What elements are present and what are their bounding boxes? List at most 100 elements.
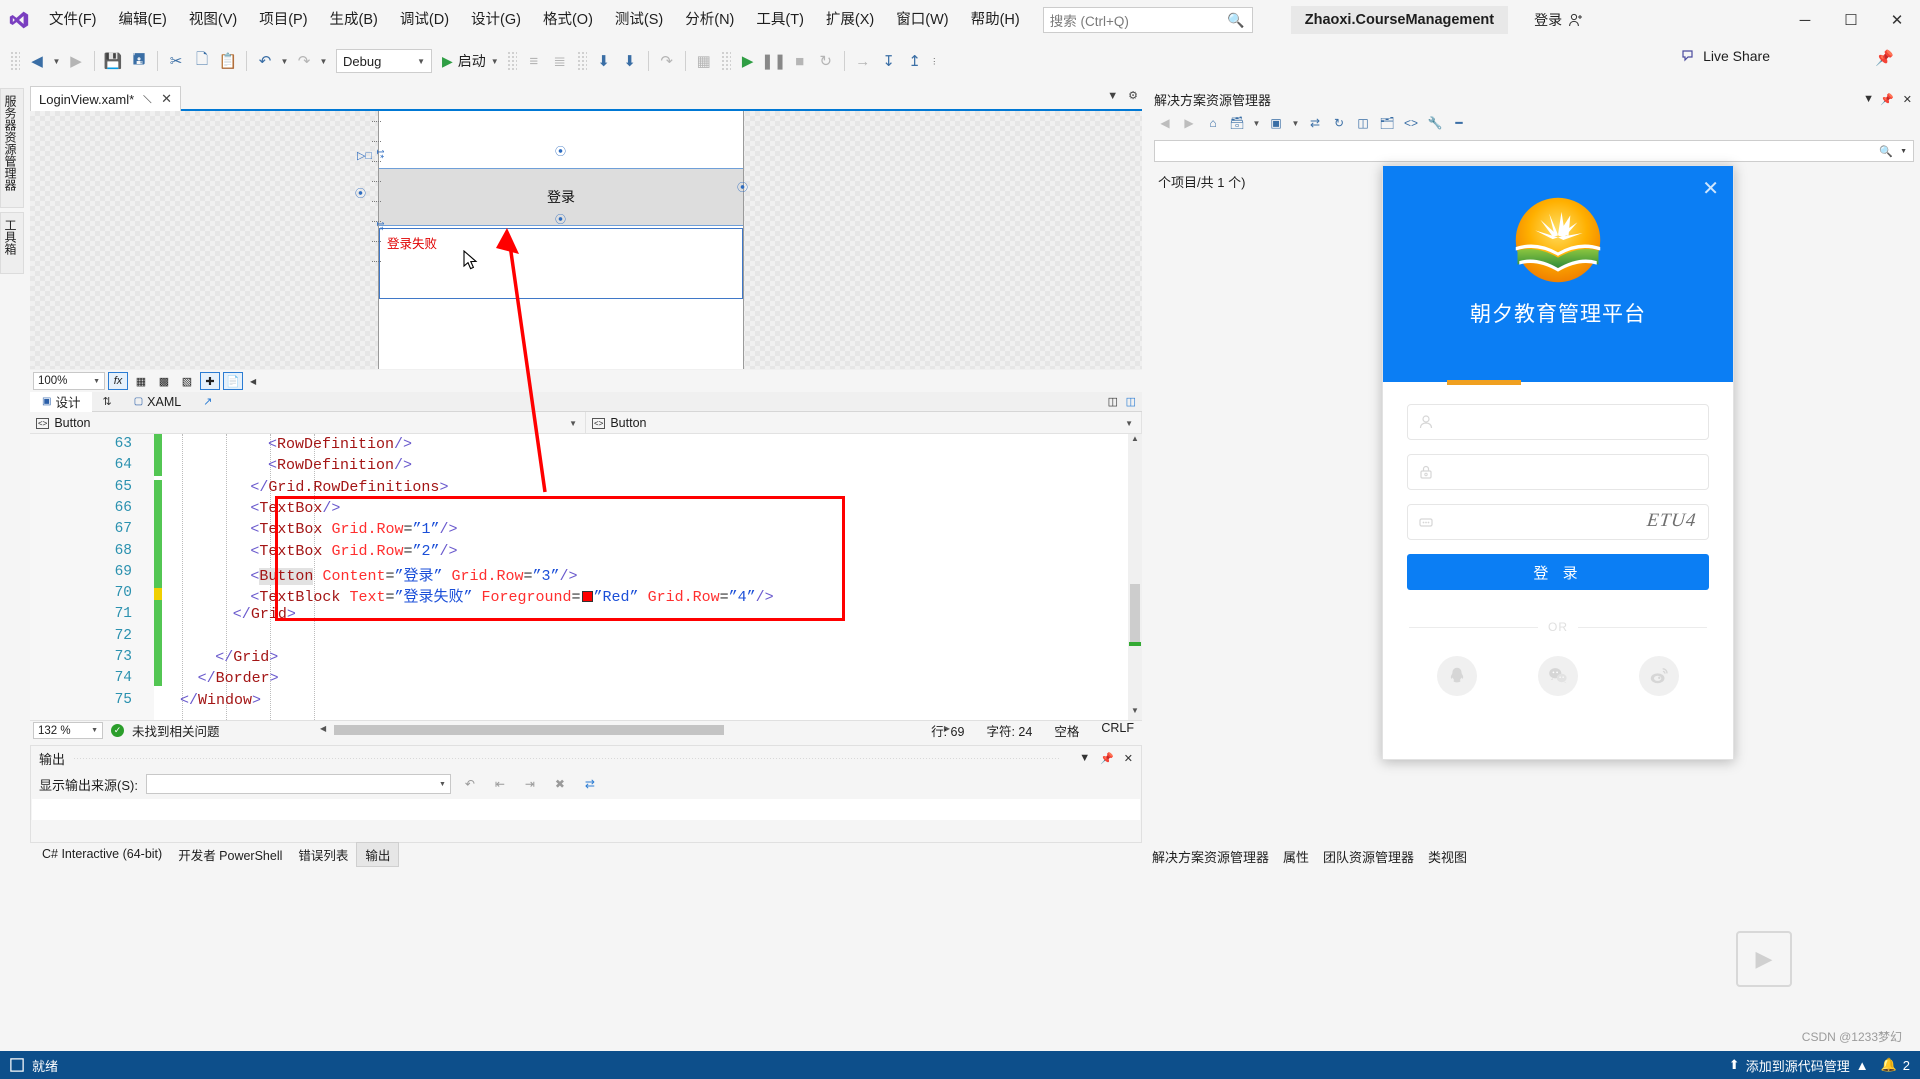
quick-search-input[interactable]: 搜索 (Ctrl+Q) 🔍: [1042, 7, 1253, 33]
document-outline-icon[interactable]: 📄: [223, 372, 243, 390]
step-out-icon[interactable]: ↥: [902, 48, 928, 74]
step-into-icon[interactable]: ↧: [876, 48, 902, 74]
close-icon[interactable]: ✕: [1903, 93, 1912, 106]
step-icon[interactable]: ↷: [654, 48, 680, 74]
designer-window-preview[interactable]: 登录 登录失败 ▷□ ⦿ ⦿ ⦿ ⦿: [355, 111, 748, 369]
save-icon[interactable]: 💾: [100, 48, 126, 74]
code-line[interactable]: 74 </Border>: [30, 670, 1142, 691]
dock-tab-output[interactable]: 输出: [356, 841, 400, 867]
close-icon[interactable]: ✕: [161, 91, 172, 107]
breadcrumb-right[interactable]: <> Button ▼: [586, 412, 1142, 434]
editor-vertical-scrollbar[interactable]: ▲ ▼: [1128, 434, 1142, 720]
snap-grid-icon[interactable]: ▩: [154, 372, 174, 390]
login-dialog[interactable]: ✕ 朝夕教育管理平台 ETU4 登 录 OR: [1382, 165, 1734, 760]
menu-item-view[interactable]: 视图(V): [178, 0, 248, 40]
height-handle-top[interactable]: ⦿: [555, 143, 566, 159]
code-line[interactable]: 67 <TextBox Grid.Row=”1”/>: [30, 521, 1142, 542]
menu-item-edit[interactable]: 编辑(E): [108, 0, 178, 40]
effects-toggle-icon[interactable]: fx: [108, 372, 128, 390]
login-submit-button[interactable]: 登 录: [1407, 554, 1709, 590]
horizontal-split-icon[interactable]: ◫: [1126, 395, 1136, 408]
code-text[interactable]: </Border>: [198, 670, 279, 687]
wechat-icon[interactable]: [1537, 656, 1578, 696]
collapse-all-icon[interactable]: ◫: [1352, 113, 1374, 133]
code-text[interactable]: </Window>: [180, 692, 261, 709]
output-source-select[interactable]: ▼: [145, 774, 451, 794]
weibo-icon[interactable]: [1638, 656, 1679, 696]
tab-xaml[interactable]: ▢ XAML: [122, 392, 194, 412]
drag-dots[interactable]: [73, 757, 1062, 759]
dock-tab-team-explorer[interactable]: 团队资源管理器: [1323, 847, 1414, 866]
code-line[interactable]: 65 </Grid.RowDefinitions>: [30, 479, 1142, 500]
notifications-button[interactable]: 🔔 2: [1881, 1057, 1910, 1073]
menu-item-file[interactable]: 文件(F): [38, 0, 108, 40]
code-text[interactable]: <TextBox/>: [250, 500, 340, 517]
signin-button[interactable]: 登录: [1534, 10, 1584, 30]
dock-tab-class-view[interactable]: 类视图: [1428, 847, 1467, 866]
start-debug-button[interactable]: ▶ 启动 ▼: [438, 48, 503, 74]
code-line[interactable]: 63 <RowDefinition/>: [30, 436, 1142, 457]
menu-item-test[interactable]: 测试(S): [604, 0, 674, 40]
solution-explorer-search-input[interactable]: 🔍 ▼: [1154, 140, 1914, 162]
go-to-previous-icon[interactable]: ⇤: [489, 774, 511, 794]
scroll-thumb[interactable]: [334, 725, 724, 735]
show-all-files-icon[interactable]: 🗂: [1376, 113, 1398, 133]
code-line[interactable]: 69 <Button Content=”登录” Grid.Row=”3”/>: [30, 564, 1142, 585]
qq-icon[interactable]: [1437, 656, 1478, 696]
output-text-area[interactable]: [32, 799, 1140, 820]
chevron-down-icon[interactable]: ▼: [1250, 110, 1263, 136]
editor-zoom-select[interactable]: 132 % ▼: [33, 722, 103, 739]
menu-item-build[interactable]: 生成(B): [319, 0, 389, 40]
save-all-icon[interactable]: 🖪: [126, 48, 152, 74]
scroll-left-icon[interactable]: ◀: [320, 724, 326, 733]
pause-icon[interactable]: ❚❚: [761, 48, 787, 74]
code-text[interactable]: </Grid.RowDefinitions>: [250, 479, 448, 496]
toolbar-grip[interactable]: [506, 51, 517, 71]
code-line[interactable]: 71 </Grid>: [30, 606, 1142, 627]
menu-item-window[interactable]: 窗口(W): [885, 0, 959, 40]
refresh-icon[interactable]: ↻: [1328, 113, 1350, 133]
dock-tab-error-list[interactable]: 错误列表: [290, 843, 356, 866]
indent-icon[interactable]: ≣: [547, 48, 573, 74]
copy-icon[interactable]: 🗋: [189, 48, 215, 74]
menu-item-extensions[interactable]: 扩展(X): [815, 0, 885, 40]
sync-with-active-document-icon[interactable]: ⇄: [1304, 113, 1326, 133]
menu-item-help[interactable]: 帮助(H): [960, 0, 1031, 40]
scroll-up-icon[interactable]: ▲: [1128, 434, 1142, 448]
dock-tab-developer-powershell[interactable]: 开发者 PowerShell: [170, 843, 290, 866]
navigate-forward-icon[interactable]: ▶: [63, 48, 89, 74]
code-text[interactable]: <TextBox Grid.Row=”1”/>: [250, 521, 457, 538]
add-to-source-control-button[interactable]: ⬆ 添加到源代码管理 ▲: [1729, 1056, 1869, 1075]
grid-rails-icon[interactable]: ▦: [131, 372, 151, 390]
cut-icon[interactable]: ✂: [163, 48, 189, 74]
menu-item-analyze[interactable]: 分析(N): [674, 0, 745, 40]
chevron-down-icon[interactable]: ▼: [1079, 752, 1090, 764]
step-over-icon[interactable]: →: [850, 48, 876, 74]
menu-item-project[interactable]: 项目(P): [248, 0, 318, 40]
designer-zoom-select[interactable]: 100% ▼: [33, 372, 105, 390]
scroll-thumb[interactable]: [1130, 584, 1140, 644]
dock-tab-properties[interactable]: 属性: [1283, 847, 1309, 866]
clear-all-icon[interactable]: ✖: [549, 774, 571, 794]
live-share-button[interactable]: Live Share: [1681, 48, 1770, 64]
snap-to-guides-icon[interactable]: ✚: [200, 372, 220, 390]
switch-views-icon[interactable]: ▣: [1265, 113, 1287, 133]
undo-dropdown-icon[interactable]: ▼: [278, 48, 291, 74]
editor-horizontal-scrollbar[interactable]: ◀ ▶: [320, 724, 950, 736]
download-all-icon[interactable]: ⬇: [617, 48, 643, 74]
minimize-button[interactable]: ─: [1782, 0, 1828, 40]
toolbar-grip[interactable]: [10, 51, 20, 71]
back-icon[interactable]: ◀: [1154, 113, 1176, 133]
pin-icon[interactable]: 📌: [1100, 752, 1114, 765]
tab-design[interactable]: ▣ 设计: [30, 391, 93, 412]
code-text[interactable]: <Button Content=”登录” Grid.Row=”3”/>: [250, 564, 578, 585]
find-message-icon[interactable]: ↶: [459, 774, 481, 794]
chevron-down-icon[interactable]: ▼: [1289, 110, 1302, 136]
captcha-image[interactable]: ETU4: [1645, 510, 1698, 532]
code-line[interactable]: 66 <TextBox/>: [30, 500, 1142, 521]
close-icon[interactable]: ✕: [1124, 752, 1133, 765]
swap-panes-icon[interactable]: ⇅: [92, 395, 121, 408]
captcha-field[interactable]: ETU4: [1407, 504, 1709, 540]
toolbar-grip[interactable]: [720, 51, 731, 71]
login-close-icon[interactable]: ✕: [1702, 176, 1719, 201]
